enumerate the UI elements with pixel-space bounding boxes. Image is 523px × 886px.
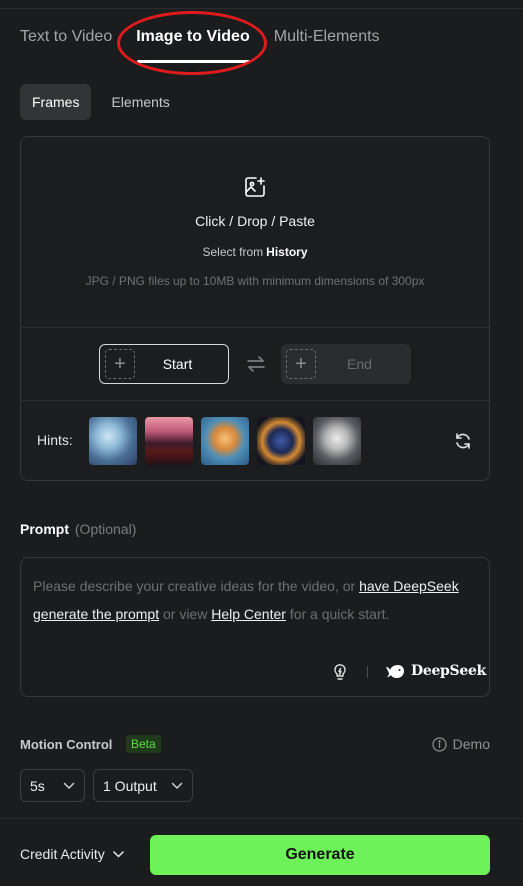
history-link[interactable]: History [266,245,307,259]
upload-dropzone[interactable]: Click / Drop / Paste Select from History … [21,137,489,328]
hint-thumbnail[interactable] [145,417,193,465]
chevron-down-icon [171,782,183,789]
tab-image-to-video[interactable]: Image to Video [136,28,250,63]
sub-tabs: Frames Elements [20,84,190,120]
subtab-elements[interactable]: Elements [99,84,181,120]
upload-select-from: Select from History [21,245,489,259]
tab-text-to-video[interactable]: Text to Video [20,28,112,46]
beta-badge: Beta [126,735,161,753]
prompt-placeholder: Please describe your creative ideas for … [33,572,475,628]
upload-requirements: JPG / PNG files up to 10MB with minimum … [85,274,425,288]
plus-icon: + [286,349,316,379]
outputs-value: 1 Output [103,777,157,794]
prompt-input[interactable]: Please describe your creative ideas for … [20,557,490,697]
mode-tabs: Text to Video Image to Video Multi-Eleme… [20,28,380,63]
credit-activity-dropdown[interactable]: Credit Activity [20,846,124,862]
duration-value: 5s [30,777,45,794]
tab-multi-elements[interactable]: Multi-Elements [274,28,380,46]
credit-activity-label: Credit Activity [20,846,105,862]
demo-button[interactable]: Demo [432,736,490,752]
hint-thumbnail[interactable] [257,417,305,465]
prompt-title: Prompt [20,521,69,537]
hints-row: Hints: [21,401,489,481]
deepseek-button[interactable]: DeepSeek [385,660,486,682]
prompt-heading: Prompt (Optional) [20,521,136,537]
active-tab-underline [137,60,250,63]
subtab-frames[interactable]: Frames [20,84,92,120]
image-add-icon [245,177,265,197]
tab-image-to-video-label: Image to Video [136,28,250,45]
select-from-label: Select from [202,245,264,259]
hints-label: Hints: [37,432,73,448]
refresh-icon[interactable] [453,431,473,451]
chevron-down-icon [113,850,124,857]
help-center-link[interactable]: Help Center [211,606,286,622]
upload-main-label: Click / Drop / Paste [195,213,315,229]
placeholder-text: or view [159,606,212,622]
lightbulb-icon[interactable] [331,663,349,681]
deepseek-whale-icon [386,665,404,678]
start-frame-button[interactable]: + Start [99,344,229,384]
start-frame-label: Start [162,356,193,372]
demo-label: Demo [452,736,490,752]
chevron-down-icon [63,782,75,789]
bottom-divider [0,818,523,819]
outputs-select[interactable]: 1 Output [93,769,193,802]
swap-arrows-icon[interactable] [245,355,267,373]
prompt-optional-label: (Optional) [74,521,137,537]
info-icon [432,736,447,752]
placeholder-text: Please describe your creative ideas for … [33,578,360,594]
upload-card: Click / Drop / Paste Select from History … [20,136,490,481]
motion-control-title: Motion Control [20,737,113,752]
placeholder-text: for a quick start. [285,606,390,622]
plus-icon: + [105,349,135,379]
generate-button[interactable]: Generate [150,835,490,875]
deepseek-label: DeepSeek [411,663,486,679]
hint-thumbnail[interactable] [89,417,137,465]
divider [367,666,368,678]
frames-row: + Start + End [21,328,489,401]
hint-thumbnail[interactable] [313,417,361,465]
end-frame-button[interactable]: + End [281,344,411,384]
top-divider [0,8,523,9]
hint-thumbnail[interactable] [201,417,249,465]
end-frame-label: End [347,356,372,372]
duration-select[interactable]: 5s [20,769,85,802]
